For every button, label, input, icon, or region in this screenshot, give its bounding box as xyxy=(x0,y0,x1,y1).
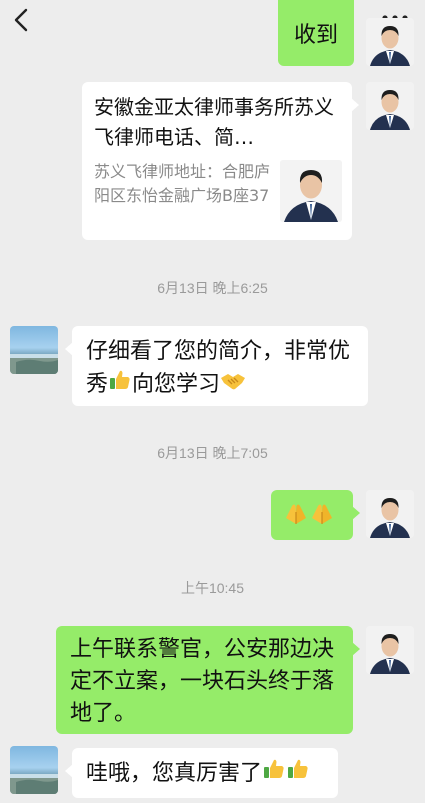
message-text: 上午联系警官，公安那边决定不立案，一块石头终于落地了。 xyxy=(70,637,335,726)
thumbs-up-icon xyxy=(286,757,310,791)
self-avatar[interactable] xyxy=(366,626,414,674)
self-avatar[interactable] xyxy=(366,490,414,538)
received-message[interactable]: 哇哦，您真厉害了 xyxy=(65,748,338,798)
thumbs-up-icon xyxy=(108,368,132,402)
handshake-icon xyxy=(220,368,246,402)
card-title: 安徽金亚太律师事务所苏义飞律师电话、简… xyxy=(94,95,334,149)
link-card-message[interactable]: 安徽金亚太律师事务所苏义飞律师电话、简… 苏义飞律师地址：合肥庐阳区东怡金融广场… xyxy=(82,82,359,240)
message-line-2: 秀 向您学习 xyxy=(86,368,354,402)
contact-avatar[interactable] xyxy=(10,326,58,374)
timestamp: 上午10:45 xyxy=(180,580,245,596)
sent-message[interactable]: 上午联系警官，公安那边决定不立案，一块石头终于落地了。 xyxy=(56,626,360,734)
sent-message-partial[interactable]: 收到 xyxy=(278,0,354,66)
message-text: 哇哦，您真厉害了 xyxy=(86,761,263,786)
folded-hands-icon xyxy=(309,500,335,536)
sent-emoji-message[interactable] xyxy=(271,490,360,540)
timestamp: 6月13日 晚上7:05 xyxy=(157,445,268,461)
card-thumbnail xyxy=(280,160,342,222)
chat-top-bar xyxy=(0,0,425,40)
back-chevron-icon[interactable] xyxy=(10,6,34,34)
card-description: 苏义飞律师地址：合肥庐阳区东怡金融广场B座37楼安徽金… xyxy=(94,162,270,205)
message-text: 收到 xyxy=(294,23,339,48)
timestamp: 6月13日 晚上6:25 xyxy=(157,280,268,296)
thumbs-up-icon xyxy=(262,757,286,791)
self-avatar[interactable] xyxy=(366,82,414,130)
self-avatar[interactable] xyxy=(366,18,414,66)
contact-avatar[interactable] xyxy=(10,746,58,794)
folded-hands-icon xyxy=(283,500,309,536)
received-message[interactable]: 仔细看了您的简介，非常优 秀 向您学习 xyxy=(65,326,368,406)
message-line-1: 仔细看了您的简介，非常优 xyxy=(86,339,351,364)
